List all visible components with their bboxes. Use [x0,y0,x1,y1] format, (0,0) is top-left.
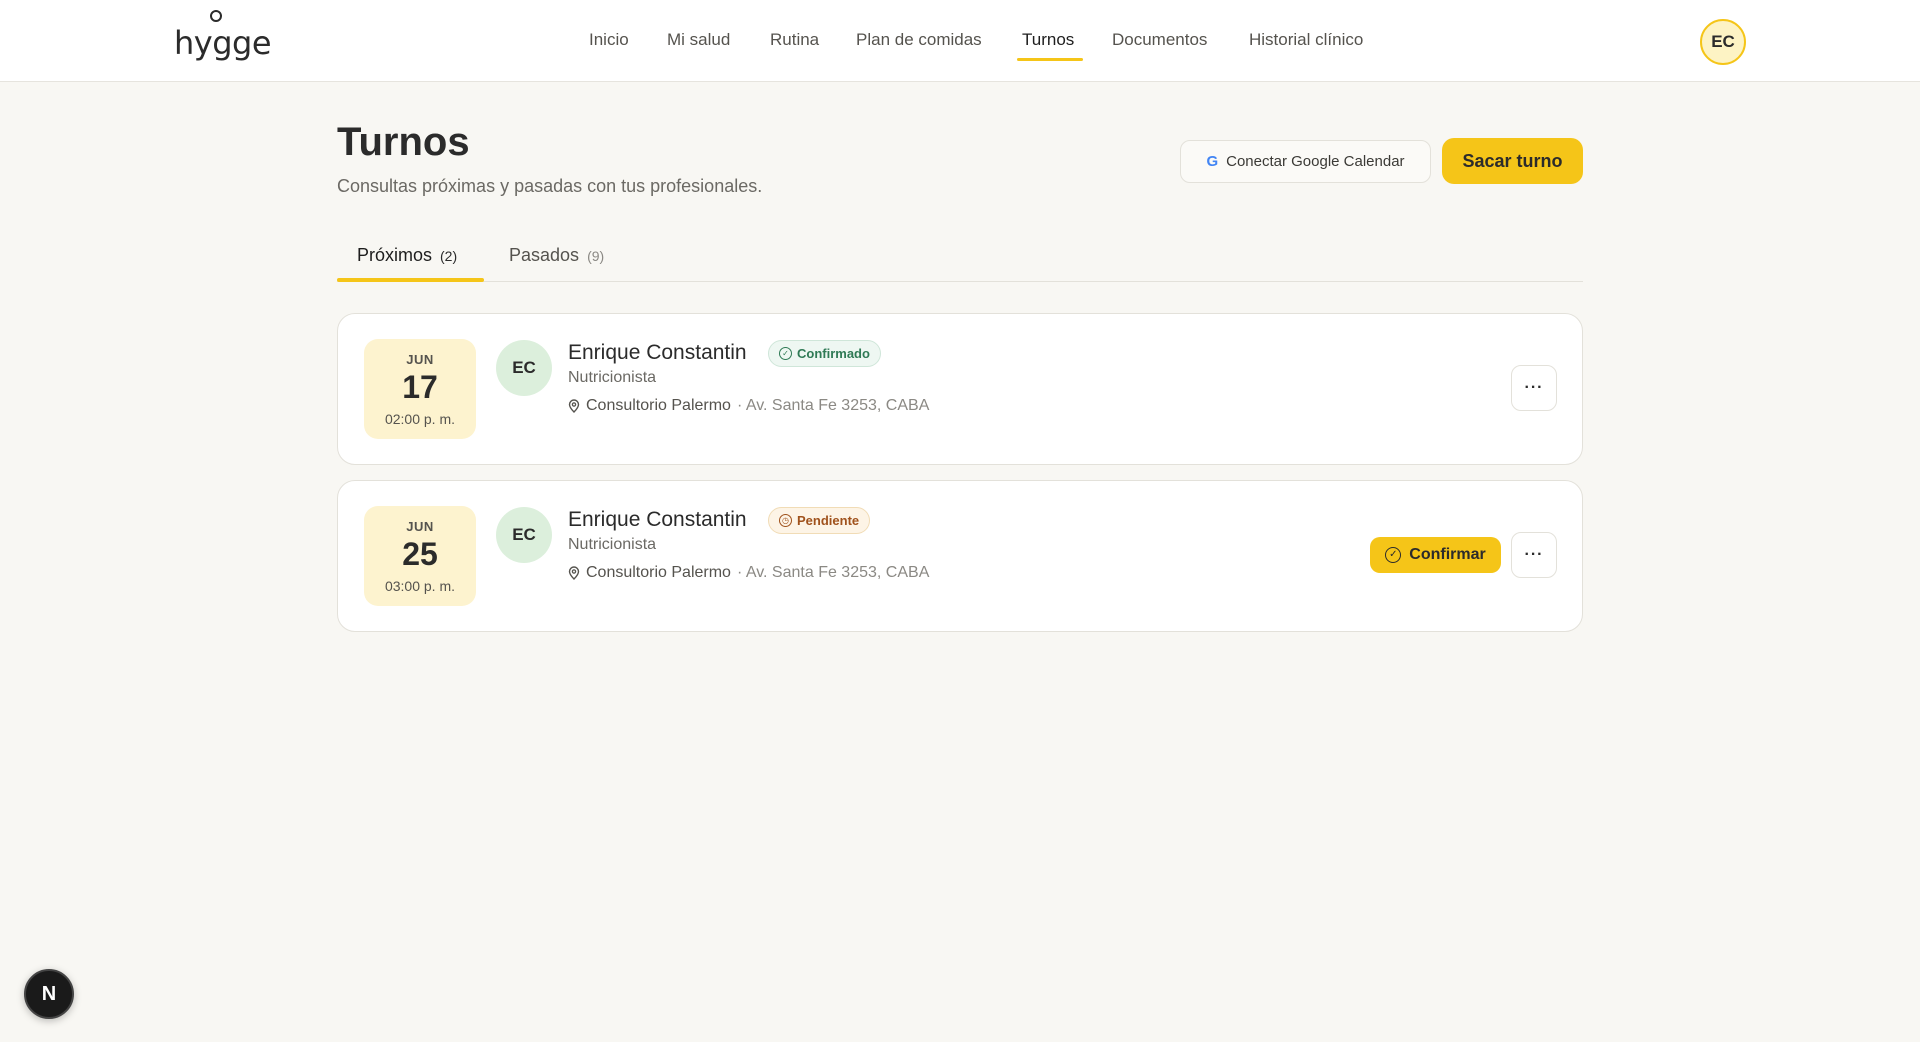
status-label: Pendiente [797,513,860,528]
professional-role: Nutricionista [568,369,657,386]
location-name: Consultorio Palermo [586,564,731,581]
tab-pasados[interactable]: Pasados (9) [509,245,604,266]
check-circle-icon: ✓ [1385,547,1402,563]
tab-pasados-label: Pasados [509,245,580,265]
nav-item-turnos[interactable]: Turnos [1022,30,1074,50]
location-address: · Av. Santa Fe 3253, CABA [736,397,930,414]
professional-avatar: EC [496,340,552,396]
location-name: Consultorio Palermo [586,397,731,414]
nextjs-dev-indicator[interactable]: N [24,969,74,1019]
tab-proximos-label: Próximos [357,245,433,265]
connect-google-calendar-button[interactable]: G Conectar Google Calendar [1180,140,1431,183]
page-subtitle: Consultas próximas y pasadas con tus pro… [337,176,763,196]
confirm-appointment-button[interactable]: ✓ Confirmar [1370,537,1501,573]
top-navigation-bar: hygge Inicio Mi salud Rutina Plan de com… [0,0,1920,82]
appointment-date: JUN 25 03:00 p. m. [364,506,476,606]
page-title: Turnos [337,120,470,164]
appointment-date: JUN 17 02:00 p. m. [364,339,476,439]
status-badge-pending: ◷ Pendiente [768,507,871,534]
status-label: Confirmado [797,346,870,361]
date-month: JUN [406,352,434,367]
date-day: 25 [402,536,438,572]
check-circle-icon: ✓ [779,347,792,360]
professional-role: Nutricionista [568,536,657,553]
nav-item-plan-de-comidas[interactable]: Plan de comidas [856,30,982,50]
tabs-divider [337,281,1583,282]
more-options-button[interactable]: ··· [1511,532,1557,578]
tab-proximos-count: (2) [440,248,458,264]
appointment-card[interactable]: JUN 17 02:00 p. m. EC Enrique Constantin… [337,313,1583,465]
date-time: 03:00 p. m. [384,578,456,594]
appointment-location: Consultorio Palermo · Av. Santa Fe 3253,… [568,564,929,582]
nav-item-rutina[interactable]: Rutina [770,30,819,50]
professional-name: Enrique Constantin [568,341,747,364]
appointment-location: Consultorio Palermo · Av. Santa Fe 3253,… [568,397,929,415]
location-address: · Av. Santa Fe 3253, CABA [736,564,930,581]
connect-google-calendar-label: Conectar Google Calendar [1226,153,1405,170]
date-day: 17 [402,369,438,405]
nav-item-inicio[interactable]: Inicio [589,30,629,50]
user-avatar[interactable]: EC [1700,19,1746,65]
status-badge-confirmed: ✓ Confirmado [768,340,881,367]
nav-item-documentos[interactable]: Documentos [1112,30,1207,50]
map-pin-icon [568,566,580,580]
more-horizontal-icon: ··· [1524,379,1544,396]
tab-pasados-count: (9) [587,248,605,264]
tab-active-underline [337,278,484,282]
nav-item-historial-clinico[interactable]: Historial clínico [1249,30,1363,50]
more-options-button[interactable]: ··· [1511,365,1557,411]
date-time: 02:00 p. m. [384,411,456,427]
google-icon: G [1206,153,1219,170]
nav-active-underline [1017,58,1083,61]
confirm-label: Confirmar [1409,546,1486,563]
professional-avatar: EC [496,507,552,563]
main-nav: Inicio Mi salud Rutina Plan de comidas T… [0,0,1920,82]
more-horizontal-icon: ··· [1524,546,1544,563]
date-month: JUN [406,519,434,534]
professional-name: Enrique Constantin [568,508,747,531]
map-pin-icon [568,399,580,413]
appointment-card[interactable]: JUN 25 03:00 p. m. EC Enrique Constantin… [337,480,1583,632]
nav-item-mi-salud[interactable]: Mi salud [667,30,730,50]
new-appointment-button[interactable]: Sacar turno [1442,138,1583,184]
tab-proximos[interactable]: Próximos (2) [357,245,457,266]
clock-icon: ◷ [779,514,792,527]
